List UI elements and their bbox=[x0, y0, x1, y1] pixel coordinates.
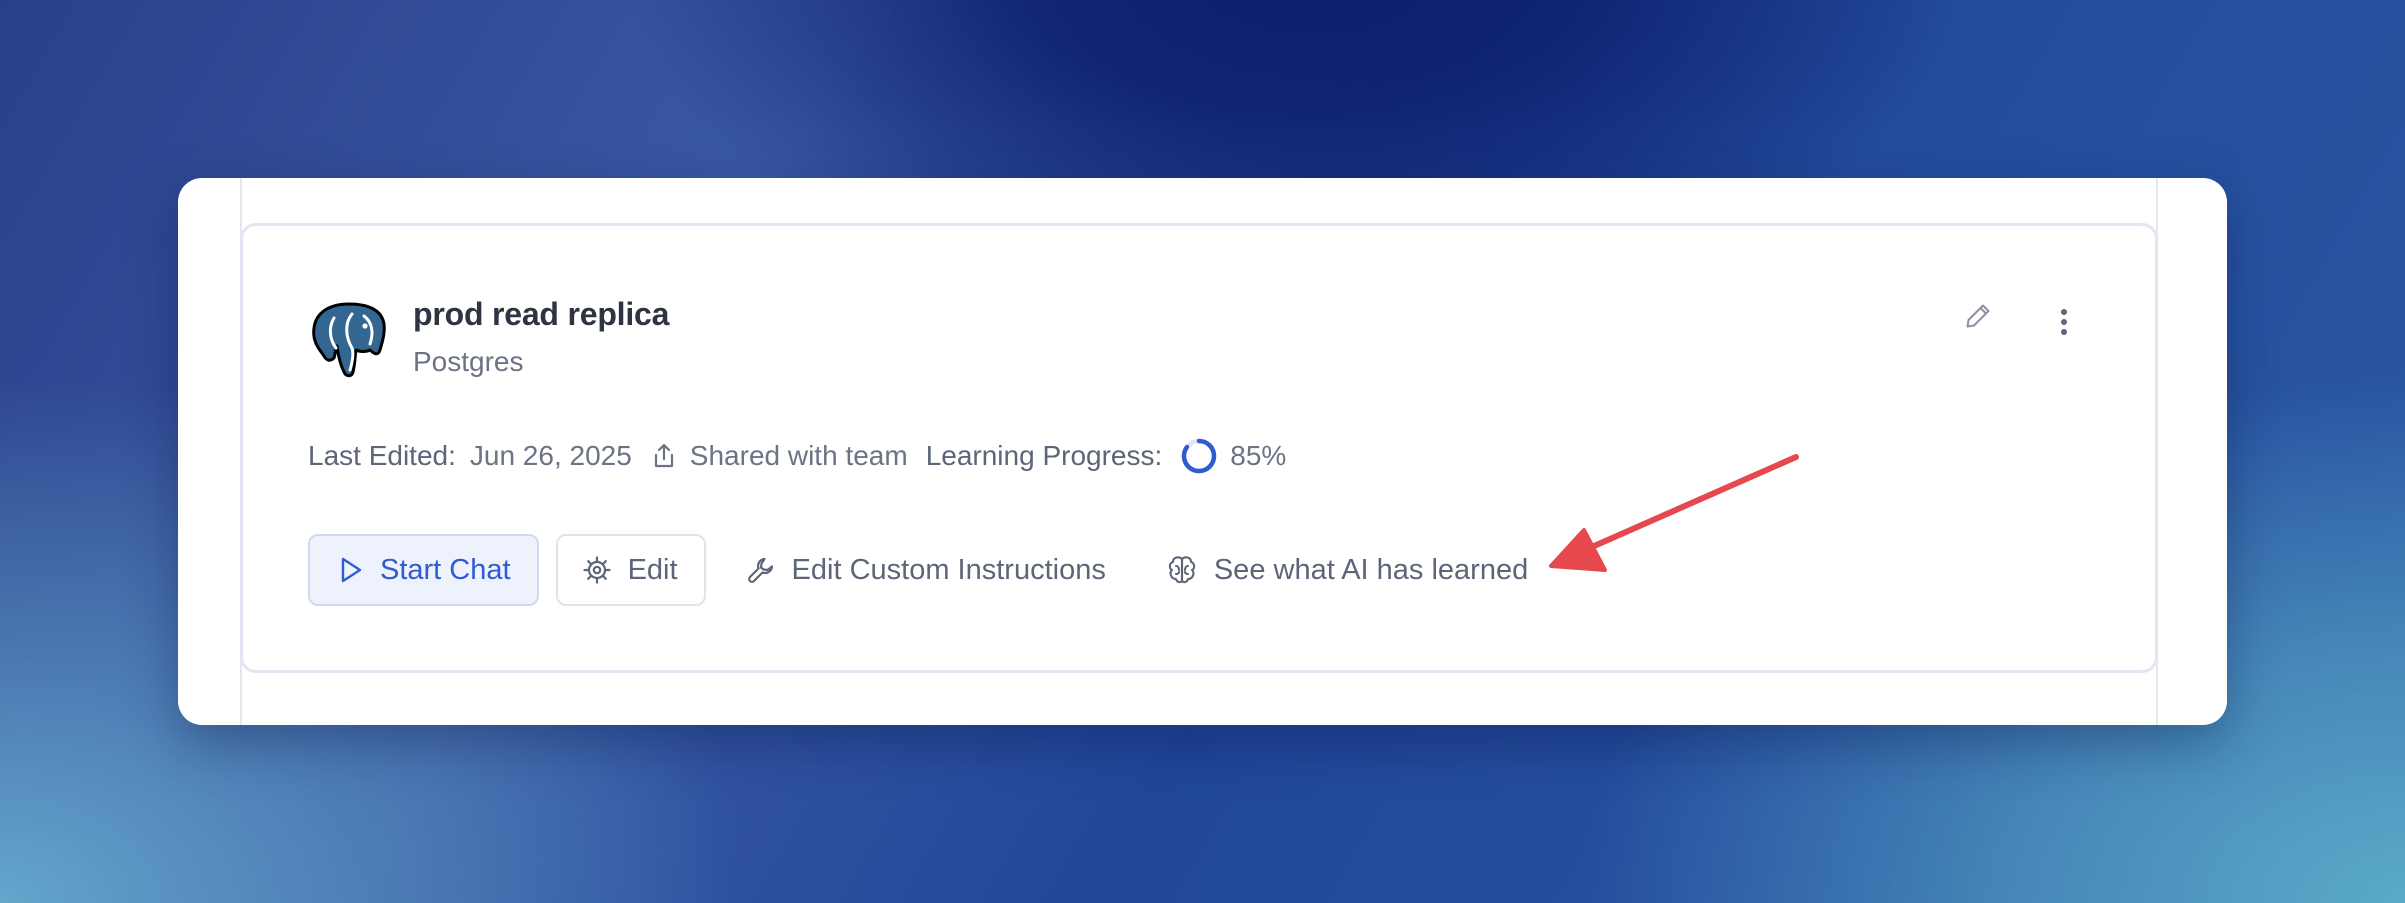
learning-progress-label: Learning Progress: bbox=[925, 440, 1163, 471]
see-ai-learned-button[interactable]: See what AI has learned bbox=[1144, 534, 1550, 606]
card-actions: Start Chat Edit Edit Custom Instructions bbox=[308, 533, 1550, 607]
gear-icon bbox=[582, 556, 611, 584]
wrench-icon bbox=[747, 557, 773, 583]
app-window: prod read replica Postgres Last Edited: … bbox=[178, 178, 2227, 725]
brain-icon bbox=[1168, 556, 1196, 584]
learning-progress-ring bbox=[1182, 438, 1217, 474]
edit-custom-instructions-button[interactable]: Edit Custom Instructions bbox=[724, 534, 1128, 606]
learning-progress-value: 85% bbox=[1230, 440, 1287, 471]
more-options-icon[interactable] bbox=[2049, 304, 2079, 340]
connection-meta-row: Last Edited: Jun 26, 2025 Shared with te… bbox=[308, 436, 1286, 476]
connection-title: prod read replica bbox=[413, 296, 670, 332]
edit-custom-instructions-label: Edit Custom Instructions bbox=[791, 553, 1106, 586]
play-icon bbox=[341, 557, 362, 583]
shared-status: Shared with team bbox=[689, 440, 908, 471]
start-chat-button[interactable]: Start Chat bbox=[308, 534, 539, 606]
share-icon bbox=[654, 443, 673, 468]
edit-label: Edit bbox=[627, 553, 678, 586]
connection-type: Postgres bbox=[413, 346, 524, 377]
last-edited-value: Jun 26, 2025 bbox=[469, 440, 632, 471]
see-ai-learned-label: See what AI has learned bbox=[1213, 553, 1529, 586]
postgres-logo-icon bbox=[312, 302, 386, 378]
edit-button[interactable]: Edit bbox=[555, 534, 706, 606]
start-chat-label: Start Chat bbox=[380, 553, 511, 586]
last-edited-label: Last Edited: bbox=[308, 440, 456, 471]
connection-card: prod read replica Postgres Last Edited: … bbox=[240, 223, 2158, 673]
pencil-icon[interactable] bbox=[1963, 301, 1993, 331]
